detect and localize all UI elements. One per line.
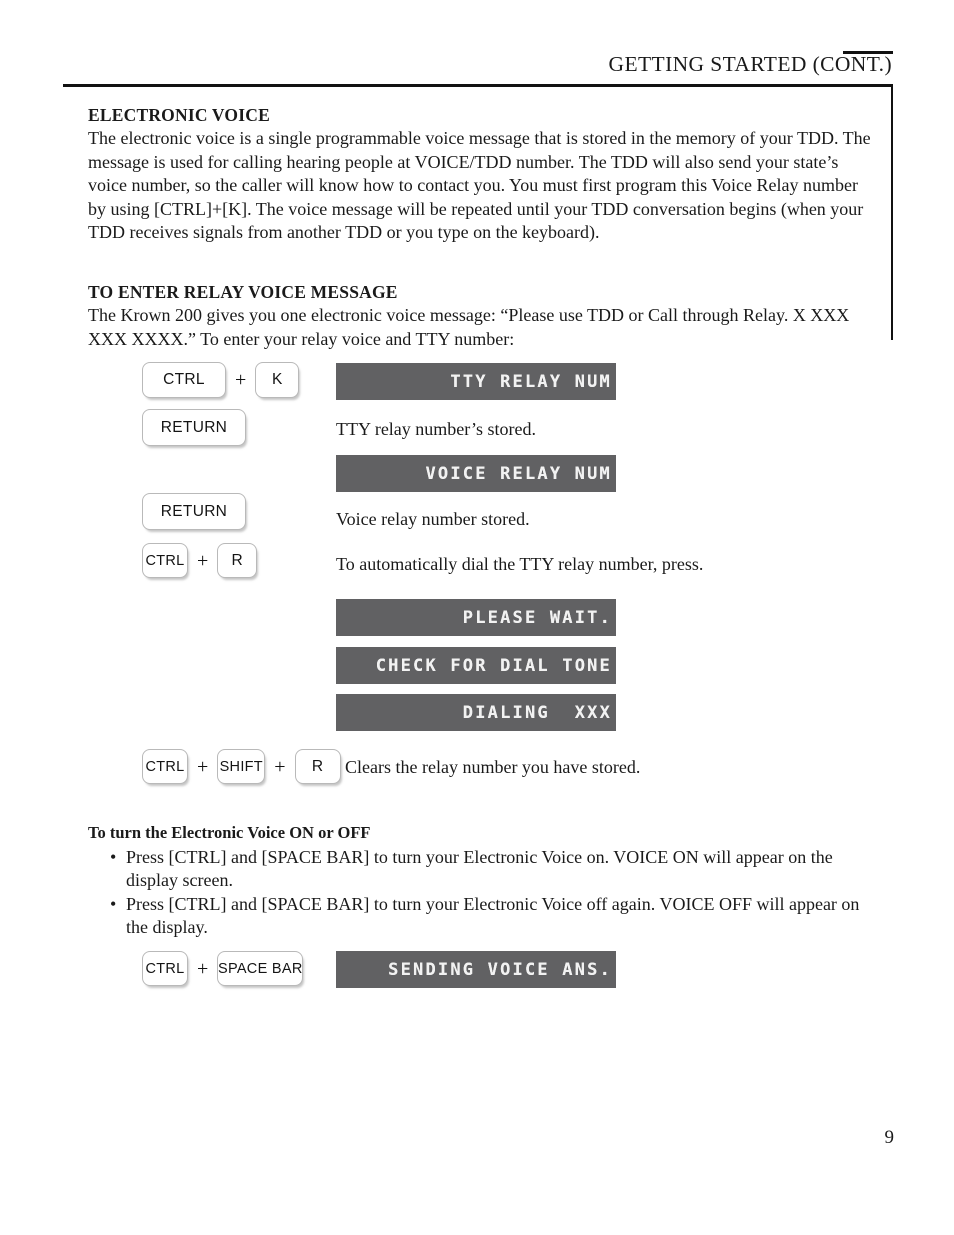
key-k-label: K (271, 371, 283, 388)
lcd-display-check-dial-tone: CHECK FOR DIAL TONE (336, 647, 616, 684)
note-voice-stored: Voice relay number stored. (336, 509, 530, 529)
keycombo-ctrl-k: CTRL + K (142, 362, 300, 398)
list-item-text: Press [CTRL] and [SPACE BAR] to turn you… (126, 893, 860, 938)
keycombo-ctrl-shift-r: CTRL + SHIFT + R (142, 749, 341, 784)
paragraph-electronic-voice: The electronic voice is a single program… (88, 128, 871, 243)
key-r-label: R (231, 551, 244, 569)
lcd-display-please-wait: PLEASE WAIT. (336, 599, 616, 636)
note-clears-relay: Clears the relay number you have stored. (345, 757, 641, 777)
plus-separator-4: + (274, 755, 286, 778)
key-k[interactable]: K (255, 362, 300, 398)
lcd-display-dialing: DIALING XXX (336, 694, 616, 731)
lcd-text-check-dial-tone: CHECK FOR DIAL TONE (375, 655, 612, 676)
section-relay-voice-message: TO ENTER RELAY VOICE MESSAGE The Krown 2… (88, 281, 878, 351)
right-vertical-rule (891, 84, 893, 340)
key-return-label: RETURN (160, 418, 228, 436)
section-voice-on-off: To turn the Electronic Voice ON or OFF •… (88, 823, 878, 940)
page-header: GETTING STARTED (CONT.) (0, 0, 954, 96)
plus-separator: + (235, 369, 247, 391)
plus-separator-3: + (197, 755, 209, 778)
key-ctrl-3-label: CTRL (145, 758, 185, 775)
heading-relay-voice-message: TO ENTER RELAY VOICE MESSAGE (88, 282, 398, 302)
running-header-title: GETTING STARTED (CONT.) (608, 52, 892, 76)
key-shift[interactable]: SHIFT (217, 749, 266, 784)
lcd-display-tty-relay-num: TTY RELAY NUM (336, 363, 616, 400)
key-ctrl-4-label: CTRL (145, 960, 185, 977)
keycombo-ctrl-space: CTRL + SPACE BAR (142, 951, 304, 986)
key-return-2-label: RETURN (160, 502, 228, 520)
key-ctrl-2[interactable]: CTRL (142, 543, 188, 578)
bullet-list-voice-on-off: • Press [CTRL] and [SPACE BAR] to turn y… (88, 846, 878, 940)
key-ctrl-4[interactable]: CTRL (142, 951, 188, 986)
key-return[interactable]: RETURN (142, 409, 246, 446)
plus-separator-5: + (197, 957, 209, 980)
lcd-text-voice-relay-num: VOICE RELAY NUM (425, 463, 612, 484)
keycombo-return-tty: RETURN (142, 409, 246, 446)
list-item: • Press [CTRL] and [SPACE BAR] to turn y… (88, 893, 878, 940)
header-horizontal-rule (63, 84, 893, 87)
plus-separator-2: + (197, 549, 209, 572)
keycombo-return-voice: RETURN (142, 493, 246, 530)
paragraph-relay-voice-message: The Krown 200 gives you one electronic v… (88, 305, 850, 349)
key-space-bar-label: SPACE BAR (217, 960, 303, 977)
lcd-display-sending-voice-ans: SENDING VOICE ANS. (336, 951, 616, 988)
note-tty-stored: TTY relay number’s stored. (336, 419, 536, 439)
key-return-2[interactable]: RETURN (142, 493, 246, 530)
key-ctrl-label: CTRL (163, 371, 205, 388)
bullet-marker-icon: • (110, 893, 117, 914)
key-shift-label: SHIFT (219, 758, 263, 775)
bullet-marker-icon: • (110, 846, 117, 867)
key-ctrl-3[interactable]: CTRL (142, 749, 188, 784)
key-space-bar[interactable]: SPACE BAR (217, 951, 304, 986)
key-ctrl-2-label: CTRL (145, 552, 185, 569)
note-auto-dial: To automatically dial the TTY relay numb… (336, 554, 704, 574)
list-item-text: Press [CTRL] and [SPACE BAR] to turn you… (126, 846, 833, 891)
list-item: • Press [CTRL] and [SPACE BAR] to turn y… (88, 846, 878, 893)
key-r[interactable]: R (217, 543, 258, 578)
lcd-text-dialing: DIALING XXX (462, 702, 612, 723)
page-number: 9 (884, 1127, 895, 1148)
key-ctrl[interactable]: CTRL (142, 362, 226, 398)
lcd-display-voice-relay-num: VOICE RELAY NUM (336, 455, 616, 492)
lcd-text-please-wait: PLEASE WAIT. (462, 607, 612, 628)
key-r-2-label: R (311, 757, 324, 775)
keycombo-ctrl-r: CTRL + R (142, 543, 258, 578)
heading-voice-on-off: To turn the Electronic Voice ON or OFF (88, 823, 371, 842)
section-electronic-voice: ELECTRONIC VOICE The electronic voice is… (88, 104, 878, 245)
lcd-text-tty-relay-num: TTY RELAY NUM (450, 371, 612, 392)
key-r-2[interactable]: R (294, 749, 341, 784)
lcd-text-sending-voice-ans: SENDING VOICE ANS. (388, 959, 612, 980)
heading-electronic-voice: ELECTRONIC VOICE (88, 105, 270, 125)
